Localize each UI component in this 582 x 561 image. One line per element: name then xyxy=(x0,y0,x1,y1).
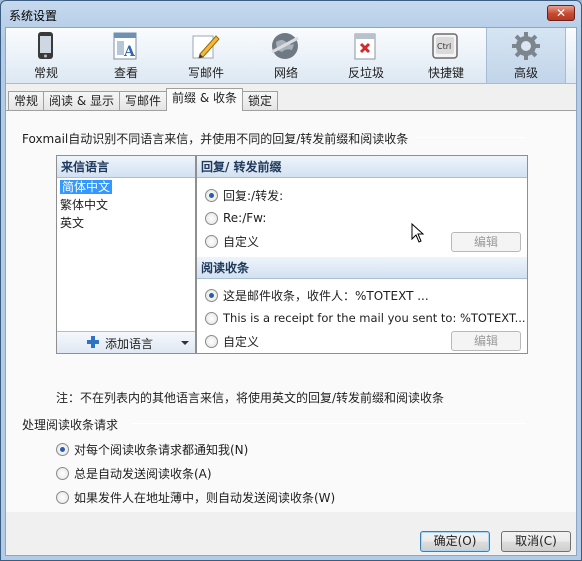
radio-button[interactable] xyxy=(205,188,218,202)
cancel-button[interactable]: 取消(C) xyxy=(501,531,571,552)
tab-general[interactable]: 常规 xyxy=(8,91,45,111)
toolbar-label: 写邮件 xyxy=(187,66,224,80)
receipt-request-notify[interactable]: 对每个阅读收条请求都通知我(N) xyxy=(56,440,248,458)
radio-button[interactable] xyxy=(56,442,69,456)
settings-toolbar: 常规 A 查看 写邮件 网络 反垃圾 Ctrl 快捷键 高级 xyxy=(6,28,576,84)
receipt-header: 阅读收条 xyxy=(197,257,527,279)
prefix-option-english[interactable]: Re:/Fw: xyxy=(205,209,266,227)
plus-icon xyxy=(87,336,99,348)
settings-window: 系统设置 ✕ 常规 A 查看 写邮件 网络 反垃圾 Ctrl 快捷键 高级 常规… xyxy=(0,0,582,561)
settings-tabs: 常规 阅读 & 显示 写邮件 前缀 & 收条 锁定 xyxy=(8,88,279,111)
tab-lock[interactable]: 锁定 xyxy=(242,91,279,111)
svg-text:Ctrl: Ctrl xyxy=(437,42,451,51)
client-area: 常规 A 查看 写邮件 网络 反垃圾 Ctrl 快捷键 高级 常规 阅读 & 显… xyxy=(5,27,577,556)
close-button[interactable]: ✕ xyxy=(547,5,575,21)
radio-button[interactable] xyxy=(205,288,218,302)
window-title: 系统设置 xyxy=(9,9,58,23)
svg-text:A: A xyxy=(123,44,136,60)
title-bar[interactable]: 系统设置 ✕ xyxy=(1,1,581,27)
toolbar-label: 网络 xyxy=(273,66,298,80)
chevron-down-icon[interactable] xyxy=(181,341,189,345)
section-title-receipt-requests: 处理阅读收条请求 xyxy=(22,418,119,432)
toolbar-shortcuts[interactable]: Ctrl 快捷键 xyxy=(406,28,486,83)
language-list[interactable]: 来信语言 简体中文 繁体中文 英文 添加语言 xyxy=(56,155,196,354)
list-item[interactable]: 简体中文 xyxy=(57,178,195,196)
toolbar-antispam[interactable]: 反垃圾 xyxy=(326,28,406,83)
gear-icon xyxy=(512,32,540,60)
tab-panel: Foxmail自动识别不同语言来信，并使用不同的回复/转发前缀和阅读收条 来信语… xyxy=(6,110,576,512)
toolbar-advanced[interactable]: 高级 xyxy=(486,28,566,83)
section-divider xyxy=(414,137,526,138)
globe-icon xyxy=(271,33,299,59)
tab-compose[interactable]: 写邮件 xyxy=(119,91,168,111)
receipt-option-custom[interactable]: 自定义 xyxy=(205,332,259,350)
toolbar-compose[interactable]: 写邮件 xyxy=(166,28,246,83)
edit-receipt-button[interactable]: 编辑 xyxy=(451,331,521,351)
toolbar-label: 查看 xyxy=(113,66,138,80)
toolbar-network[interactable]: 网络 xyxy=(246,28,326,83)
mouse-cursor-icon xyxy=(411,223,425,243)
radio-button[interactable] xyxy=(205,234,218,248)
receipt-option-english[interactable]: This is a receipt for the mail you sent … xyxy=(205,309,526,327)
add-language-button[interactable]: 添加语言 xyxy=(57,331,195,353)
pencil-icon xyxy=(192,35,220,59)
prefix-header: 回复/ 转发前缀 xyxy=(197,156,527,178)
radio-button[interactable] xyxy=(56,466,69,480)
note-text: 注：不在列表内的其他语言来信，将使用英文的回复/转发前缀和阅读收条 xyxy=(56,391,445,405)
section-title-language: Foxmail自动识别不同语言来信，并使用不同的回复/转发前缀和阅读收条 xyxy=(22,132,409,146)
radio-button[interactable] xyxy=(205,211,218,225)
phone-icon xyxy=(38,32,53,59)
toolbar-label: 反垃圾 xyxy=(347,66,384,80)
toolbar-view[interactable]: A 查看 xyxy=(86,28,166,83)
prefix-option-custom[interactable]: 自定义 xyxy=(205,232,259,250)
radio-button[interactable] xyxy=(205,334,218,348)
receipt-request-always-send[interactable]: 总是自动发送阅读收条(A) xyxy=(56,464,212,482)
edit-prefix-button[interactable]: 编辑 xyxy=(451,232,521,252)
language-list-header: 来信语言 xyxy=(57,156,195,178)
receipt-option-chinese[interactable]: 这是邮件收条，收件人：%TOTEXT ... xyxy=(205,286,429,304)
tab-prefix-receipt[interactable]: 前缀 & 收条 xyxy=(166,88,244,111)
toolbar-label: 高级 xyxy=(513,66,538,80)
list-item[interactable]: 繁体中文 xyxy=(57,196,195,214)
options-panel: 回复/ 转发前缀 回复:/转发: Re:/Fw: 自定义 编辑 阅读收条 这是邮… xyxy=(196,155,528,354)
receipt-request-send-if-contact[interactable]: 如果发件人在地址薄中，则自动发送阅读收条(W) xyxy=(56,488,335,506)
section-divider xyxy=(132,423,526,424)
spam-icon xyxy=(354,33,376,60)
tab-reading-display[interactable]: 阅读 & 显示 xyxy=(43,91,121,111)
prefix-option-chinese[interactable]: 回复:/转发: xyxy=(205,186,283,204)
radio-button[interactable] xyxy=(205,311,218,325)
keyboard-icon: Ctrl xyxy=(432,33,458,59)
toolbar-label: 常规 xyxy=(33,66,58,80)
ok-button[interactable]: 确定(O) xyxy=(420,531,490,552)
view-icon: A xyxy=(113,32,137,60)
toolbar-general[interactable]: 常规 xyxy=(6,28,86,83)
toolbar-label: 快捷键 xyxy=(427,66,464,80)
list-item[interactable]: 英文 xyxy=(57,214,195,232)
add-language-label: 添加语言 xyxy=(105,337,154,351)
radio-button[interactable] xyxy=(56,490,69,504)
